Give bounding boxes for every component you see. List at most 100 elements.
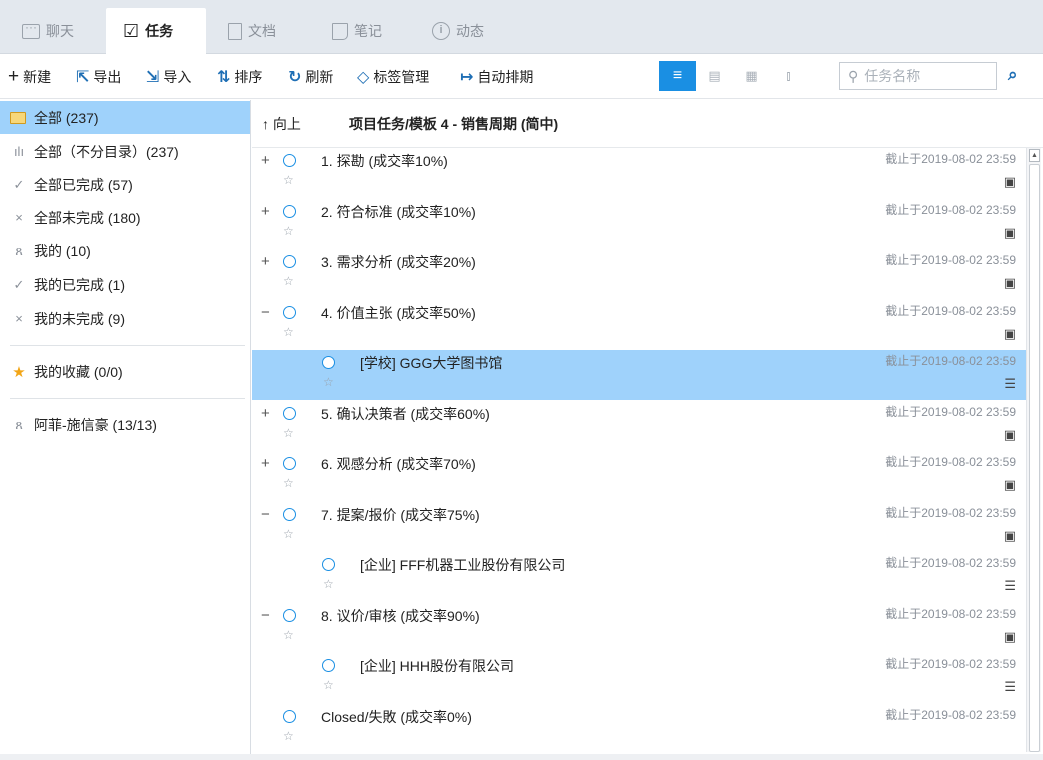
star-outline-icon[interactable]: ☆ [283,274,294,288]
calendar-view-button[interactable]: ▦ [733,61,770,91]
sidebar-item-mine-incomplete[interactable]: × 我的未完成 (9) [0,302,250,335]
star-outline-icon[interactable]: ☆ [283,527,294,541]
star-outline-icon[interactable]: ☆ [283,476,294,490]
task-title[interactable]: 7. 提案/报价 (成交率75%) [321,505,480,525]
task-title[interactable]: [学校] GGG大学图书馆 [360,353,502,373]
task-row[interactable]: ☆ [企业] FFF机器工业股份有限公司 截止于2019-08-02 23:59 ☰ [252,552,1026,602]
task-row[interactable]: + ☆ 6. 观感分析 (成交率70%) 截止于2019-08-02 23:59 ▣ [252,451,1026,501]
clipboard-icon[interactable]: ▣ [1004,427,1016,443]
sidebar-item-mine-completed[interactable]: ✓ 我的已完成 (1) [0,268,250,301]
sidebar-item-user[interactable]: ጸ 阿菲-施信豪 (13/13) [0,408,250,441]
clipboard-icon[interactable]: ▣ [1004,225,1016,241]
task-status-checkbox[interactable] [322,659,335,672]
task-row[interactable]: ☆ [学校] GGG大学图书馆 截止于2019-08-02 23:59 ☰ [252,350,1026,400]
clipboard-icon[interactable]: ▣ [1004,326,1016,342]
clipboard-icon[interactable]: ▣ [1004,528,1016,544]
star-outline-icon[interactable]: ☆ [283,426,294,440]
sidebar-item-mine[interactable]: ጸ 我的 (10) [0,234,250,267]
task-status-checkbox[interactable] [283,608,296,622]
star-outline-icon[interactable]: ☆ [283,224,294,238]
star-outline-icon[interactable]: ☆ [283,173,294,187]
tab-notes[interactable]: 笔记 [322,8,412,54]
clipboard-icon[interactable]: ▣ [1004,174,1016,190]
task-row[interactable]: + ☆ 2. 符合标准 (成交率10%) 截止于2019-08-02 23:59 ▣ [252,199,1026,249]
up-label: 向上 [272,115,301,132]
refresh-button[interactable]: ↻ 刷新 [288,65,333,89]
tab-tasks[interactable]: ☑ 任务 [106,8,206,54]
task-title[interactable]: 8. 议价/审核 (成交率90%) [321,606,480,626]
clipboard-icon[interactable]: ▣ [1004,275,1016,291]
expand-icon[interactable]: + [261,253,270,270]
task-title[interactable]: 6. 观感分析 (成交率70%) [321,454,476,474]
export-button[interactable]: ⇱ 导出 [76,65,121,89]
collapse-icon[interactable]: − [261,304,270,321]
task-status-checkbox[interactable] [283,709,296,723]
sidebar-item-all[interactable]: 全部 (237) [0,101,250,134]
arrow-right-icon: ↦ [460,69,474,86]
sidebar-item-all-incomplete[interactable]: × 全部未完成 (180) [0,201,250,234]
search-input[interactable] [864,68,985,84]
task-status-checkbox[interactable] [283,457,296,470]
task-status-checkbox[interactable] [283,154,296,167]
checklist-icon[interactable]: ☰ [1004,679,1016,695]
star-outline-icon[interactable]: ☆ [283,325,294,339]
checklist-icon[interactable]: ☰ [1004,578,1016,594]
card-view-button[interactable]: ▤ [696,61,733,91]
expand-icon[interactable]: + [261,405,270,422]
task-status-checkbox[interactable] [283,255,296,268]
star-outline-icon[interactable]: ☆ [323,577,334,591]
vertical-scrollbar[interactable]: ▲ [1026,148,1041,752]
tab-activity[interactable]: i 动态 [424,8,514,54]
tab-documents[interactable]: 文档 [218,8,308,54]
task-title[interactable]: 2. 符合标准 (成交率10%) [321,202,476,222]
task-title[interactable]: 4. 价值主张 (成交率50%) [321,303,476,323]
sort-button[interactable]: ⇅ 排序 [217,65,262,89]
task-title[interactable]: Closed/失敗 (成交率0%) [321,707,472,727]
task-title[interactable]: 5. 确认决策者 (成交率60%) [321,404,490,424]
clipboard-icon[interactable]: ▣ [1004,477,1016,493]
task-title[interactable]: [企业] HHH股份有限公司 [360,656,514,676]
checklist-icon[interactable]: ☰ [1004,376,1016,392]
task-status-checkbox[interactable] [283,204,296,218]
star-outline-icon[interactable]: ☆ [323,375,334,389]
task-row[interactable]: + ☆ 5. 确认决策者 (成交率60%) 截止于2019-08-02 23:59 ▣ [252,401,1026,451]
list-view-button[interactable]: ≡ [659,61,696,91]
task-status-checkbox[interactable] [283,507,296,521]
task-status-checkbox[interactable] [283,406,296,420]
expand-icon[interactable]: + [261,203,270,220]
auto-schedule-button[interactable]: ↦ 自动排期 [460,65,533,89]
task-title[interactable]: 3. 需求分析 (成交率20%) [321,252,476,272]
star-outline-icon[interactable]: ☆ [283,628,294,642]
scroll-thumb[interactable] [1029,164,1040,752]
sidebar-item-all-completed[interactable]: ✓ 全部已完成 (57) [0,168,250,201]
task-status-checkbox[interactable] [322,356,335,369]
star-outline-icon[interactable]: ☆ [283,729,294,743]
task-row[interactable]: + ☆ 3. 需求分析 (成交率20%) 截止于2019-08-02 23:59 ▣ [252,249,1026,299]
collapse-icon[interactable]: − [261,607,270,624]
scroll-up-button[interactable]: ▲ [1029,149,1040,162]
star-outline-icon[interactable]: ☆ [323,678,334,692]
task-title[interactable]: [企业] FFF机器工业股份有限公司 [360,555,565,575]
task-status-checkbox[interactable] [322,558,335,571]
task-row[interactable]: − ☆ 8. 议价/审核 (成交率90%) 截止于2019-08-02 23:59 ▣ [252,603,1026,653]
tag-manager-button[interactable]: ◇ 标签管理 [357,65,429,89]
task-row[interactable]: − ☆ 4. 价值主张 (成交率50%) 截止于2019-08-02 23:59 ▣ [252,300,1026,350]
search-button[interactable]: ⌕ [1008,65,1018,85]
task-row[interactable]: − ☆ 7. 提案/报价 (成交率75%) 截止于2019-08-02 23:59 ▣ [252,502,1026,552]
sidebar-item-all-flat[interactable]: ılı 全部（不分目录）(237) [0,135,250,168]
sidebar-item-favorites[interactable]: ★ 我的收藏 (0/0) [0,355,250,388]
task-title[interactable]: 1. 探勘 (成交率10%) [321,151,448,171]
import-button[interactable]: ⇲ 导入 [146,65,191,89]
task-row[interactable]: ☆ Closed/失敗 (成交率0%) 截止于2019-08-02 23:59 [252,704,1026,754]
tab-chat[interactable]: 聊天 [10,8,100,54]
collapse-icon[interactable]: − [261,506,270,523]
expand-icon[interactable]: + [261,455,270,472]
new-button[interactable]: + 新建 [8,65,51,89]
task-row[interactable]: ☆ [企业] HHH股份有限公司 截止于2019-08-02 23:59 ☰ [252,653,1026,703]
up-button[interactable]: ↑ 向上 [262,114,301,134]
task-row[interactable]: + ☆ 1. 探勘 (成交率10%) 截止于2019-08-02 23:59 ▣ [252,148,1026,198]
task-status-checkbox[interactable] [283,305,296,319]
clipboard-icon[interactable]: ▣ [1004,629,1016,645]
expand-icon[interactable]: + [261,152,270,169]
chart-view-button[interactable]: ⫾ [770,61,807,91]
